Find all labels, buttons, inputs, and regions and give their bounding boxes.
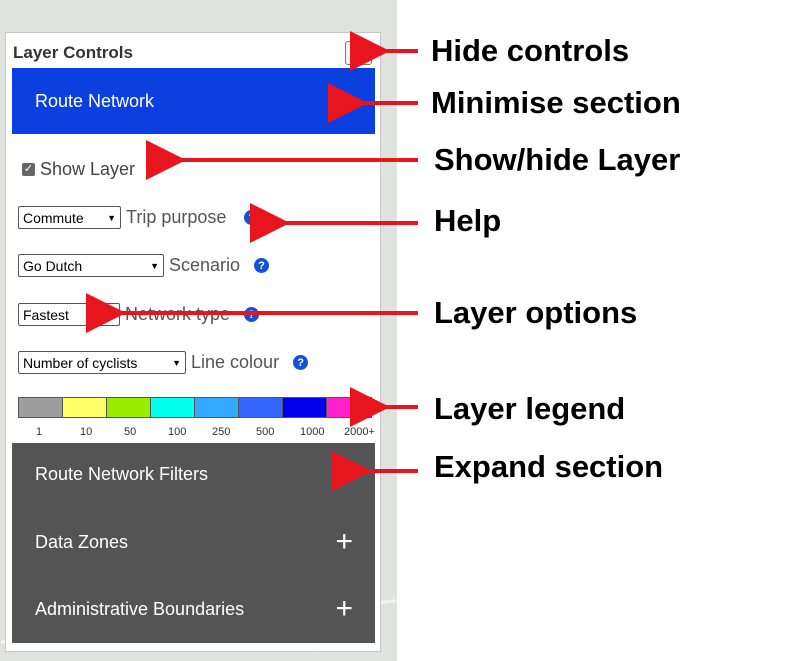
callout-show-hide-layer: Show/hide Layer: [434, 142, 681, 177]
legend-swatch: [195, 398, 239, 417]
option-label: Line colour: [191, 352, 280, 372]
administrative-boundaries-section[interactable]: Administrative Boundaries +: [12, 578, 375, 644]
network-type-row: Fastest ▼ Network type ?: [18, 303, 260, 326]
legend-swatch: [327, 398, 371, 417]
option-label: Scenario: [169, 255, 241, 275]
legend-label: 100: [168, 426, 187, 438]
scenario-select[interactable]: Go Dutch ▼: [18, 254, 164, 277]
callout-layer-options: Layer options: [434, 295, 638, 330]
minus-icon: [335, 98, 353, 102]
help-icon[interactable]: ?: [244, 210, 260, 225]
legend-label: 250: [212, 426, 231, 438]
trip-purpose-select[interactable]: Commute ▼: [18, 206, 121, 229]
layer-legend: [18, 397, 372, 418]
callout-minimise-section: Minimise section: [431, 85, 681, 120]
section-label: Administrative Boundaries: [35, 599, 245, 619]
route-network-section-header[interactable]: Route Network: [12, 68, 375, 134]
select-value: Number of cyclists: [23, 354, 138, 371]
legend-swatch: [19, 398, 63, 417]
select-value: Commute: [23, 209, 84, 226]
close-icon: ×: [353, 44, 364, 61]
expand-section-button[interactable]: +: [335, 527, 353, 557]
checkbox-checked-icon[interactable]: ✓: [22, 163, 35, 176]
expand-section-button[interactable]: +: [335, 459, 353, 489]
legend-swatch: [283, 398, 327, 417]
trip-purpose-row: Commute ▼ Trip purpose ?: [18, 206, 260, 229]
data-zones-section[interactable]: Data Zones +: [12, 511, 375, 577]
callout-layer-legend: Layer legend: [434, 391, 626, 426]
route-network-filters-section[interactable]: Route Network Filters +: [12, 443, 375, 509]
callout-help: Help: [434, 203, 502, 238]
legend-label: 1000: [300, 426, 325, 438]
show-layer-label: Show Layer: [40, 159, 136, 179]
select-value: Go Dutch: [23, 257, 83, 274]
line-colour-select[interactable]: Number of cyclists ▼: [18, 351, 186, 374]
chevron-down-icon: ▼: [172, 357, 181, 368]
section-label: Route Network Filters: [35, 464, 209, 484]
panel-title: Layer Controls: [13, 43, 133, 62]
line-colour-row: Number of cyclists ▼ Line colour ?: [18, 351, 309, 374]
expand-section-button[interactable]: +: [335, 594, 353, 624]
legend-label: 500: [256, 426, 275, 438]
scenario-row: Go Dutch ▼ Scenario ?: [18, 254, 270, 277]
hide-controls-button[interactable]: ×: [345, 41, 372, 65]
legend-swatch: [63, 398, 107, 417]
legend-swatch: [239, 398, 283, 417]
legend-labels: 1 10 50 100 250 500 1000 2000+: [18, 426, 375, 440]
legend-swatch: [151, 398, 195, 417]
help-icon[interactable]: ?: [254, 258, 270, 273]
legend-label: 1: [36, 426, 43, 438]
chevron-down-icon: ▼: [106, 309, 115, 320]
legend-label: 2000+: [344, 426, 375, 438]
legend-label: 50: [124, 426, 137, 438]
layer-controls-panel: Layer Controls × Route Network ✓ Show La…: [5, 32, 381, 652]
legend-swatch: [107, 398, 151, 417]
chevron-down-icon: ▼: [150, 260, 159, 271]
show-layer-toggle[interactable]: ✓ Show Layer: [22, 159, 135, 180]
select-value: Fastest: [23, 306, 69, 323]
section-label: Data Zones: [35, 532, 129, 552]
option-label: Network type: [125, 304, 231, 324]
callout-expand-section: Expand section: [434, 449, 664, 484]
help-icon[interactable]: ?: [293, 355, 309, 370]
option-label: Trip purpose: [126, 207, 227, 227]
help-icon[interactable]: ?: [244, 307, 260, 322]
network-type-select[interactable]: Fastest ▼: [18, 303, 120, 326]
callout-hide-controls: Hide controls: [431, 33, 630, 68]
section-label: Route Network: [35, 91, 155, 111]
minimise-section-button[interactable]: [335, 84, 353, 114]
chevron-down-icon: ▼: [107, 212, 116, 223]
legend-label: 10: [80, 426, 93, 438]
